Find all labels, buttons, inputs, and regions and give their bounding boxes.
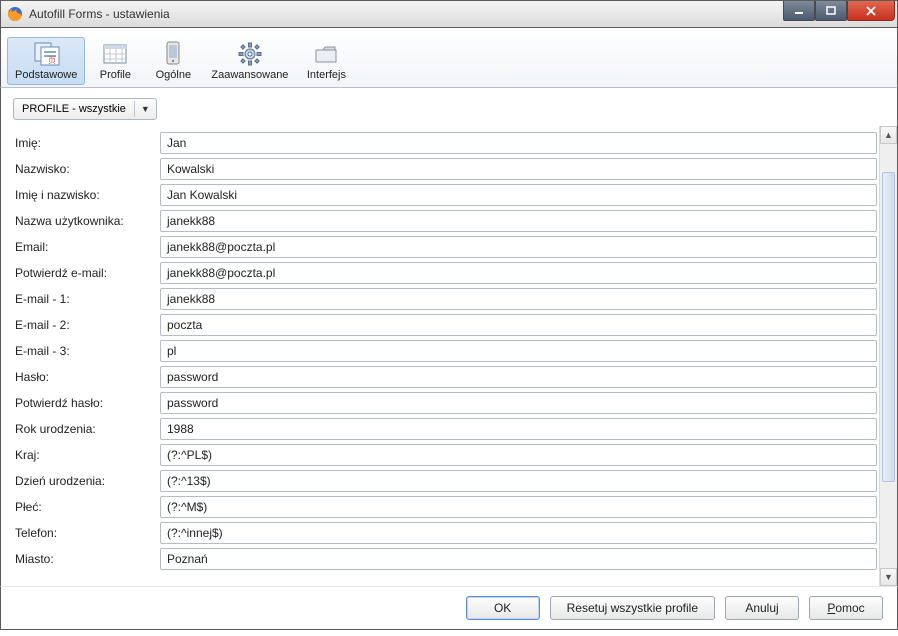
scroll-thumb[interactable]: [882, 172, 895, 482]
form-row: Nazwa użytkownika:janekk88: [15, 208, 879, 234]
form-page-icon: 页: [32, 41, 60, 67]
form-row: Hasło:password: [15, 364, 879, 390]
field-input[interactable]: password: [160, 392, 877, 414]
field-input[interactable]: janekk88: [160, 210, 877, 232]
field-label: Imię:: [15, 136, 160, 150]
field-input[interactable]: janekk88@poczta.pl: [160, 262, 877, 284]
titlebar: Autofill Forms - ustawienia: [0, 0, 898, 28]
form-row: E-mail - 2:poczta: [15, 312, 879, 338]
form-list: Imię:JanNazwisko:KowalskiImię i nazwisko…: [1, 126, 879, 586]
profile-select-value: PROFILE - wszystkie: [22, 103, 126, 115]
field-input[interactable]: Jan Kowalski: [160, 184, 877, 206]
field-input[interactable]: 1988: [160, 418, 877, 440]
firefox-icon: [7, 6, 23, 22]
calendar-icon: [101, 41, 129, 67]
field-input[interactable]: password: [160, 366, 877, 388]
tab-interfejs[interactable]: Interfejs: [298, 37, 354, 85]
cancel-button[interactable]: Anuluj: [725, 596, 799, 620]
form-row: Nazwisko:Kowalski: [15, 156, 879, 182]
ok-label: OK: [494, 601, 511, 615]
form-row: Imię i nazwisko:Jan Kowalski: [15, 182, 879, 208]
folder-icon: [312, 41, 340, 67]
field-input[interactable]: (?:^PL$): [160, 444, 877, 466]
field-label: Imię i nazwisko:: [15, 188, 160, 202]
field-input[interactable]: (?:^M$): [160, 496, 877, 518]
help-accel: P: [827, 601, 835, 615]
field-label: Hasło:: [15, 370, 160, 384]
field-label: E-mail - 1:: [15, 292, 160, 306]
field-input[interactable]: (?:^innej$): [160, 522, 877, 544]
form-row: E-mail - 1:janekk88: [15, 286, 879, 312]
tab-profile[interactable]: Profile: [87, 37, 143, 85]
button-row: OK Resetuj wszystkie profile Anuluj Pomo…: [0, 586, 898, 630]
help-rest: omoc: [835, 601, 864, 615]
field-input[interactable]: poczta: [160, 314, 877, 336]
form-row: Potwierdź e-mail:janekk88@poczta.pl: [15, 260, 879, 286]
scrollbar[interactable]: ▲ ▼: [879, 126, 897, 586]
tab-label: Ogólne: [156, 69, 191, 81]
minimize-button[interactable]: [783, 1, 815, 21]
tab-label: Podstawowe: [15, 69, 77, 81]
form-row: Dzień urodzenia:(?:^13$): [15, 468, 879, 494]
profile-row: PROFILE - wszystkie ▼: [0, 88, 898, 126]
field-label: Nazwa użytkownika:: [15, 214, 160, 228]
field-input[interactable]: Kowalski: [160, 158, 877, 180]
phone-icon: [159, 41, 187, 67]
form-row: Telefon:(?:^innej$): [15, 520, 879, 546]
maximize-button[interactable]: [815, 1, 847, 21]
field-label: Kraj:: [15, 448, 160, 462]
ok-button[interactable]: OK: [466, 596, 540, 620]
field-label: E-mail - 2:: [15, 318, 160, 332]
scroll-down-button[interactable]: ▼: [880, 568, 897, 586]
cancel-label: Anuluj: [745, 601, 778, 615]
field-label: Rok urodzenia:: [15, 422, 160, 436]
profile-select[interactable]: PROFILE - wszystkie ▼: [13, 98, 157, 120]
separator: [134, 101, 135, 117]
close-button[interactable]: [847, 1, 895, 21]
field-label: Płeć:: [15, 500, 160, 514]
form-row: Imię:Jan: [15, 130, 879, 156]
tab-label: Interfejs: [307, 69, 346, 81]
window-controls: [783, 1, 895, 21]
field-label: Miasto:: [15, 552, 160, 566]
form-row: Miasto:Poznań: [15, 546, 879, 572]
field-label: Potwierdź e-mail:: [15, 266, 160, 280]
scroll-track[interactable]: [880, 144, 897, 568]
window-title: Autofill Forms - ustawienia: [29, 7, 783, 21]
form-row: Rok urodzenia:1988: [15, 416, 879, 442]
tab-label: Zaawansowane: [211, 69, 288, 81]
scroll-up-button[interactable]: ▲: [880, 126, 897, 144]
field-input[interactable]: janekk88@poczta.pl: [160, 236, 877, 258]
help-button[interactable]: Pomoc: [809, 596, 883, 620]
tab-zaawansowane[interactable]: Zaawansowane: [203, 37, 296, 85]
chevron-down-icon: ▼: [139, 104, 152, 114]
reset-button[interactable]: Resetuj wszystkie profile: [550, 596, 715, 620]
toolbar: 页 Podstawowe Profile Ogólne: [0, 28, 898, 88]
field-input[interactable]: pl: [160, 340, 877, 362]
field-input[interactable]: Jan: [160, 132, 877, 154]
field-input[interactable]: janekk88: [160, 288, 877, 310]
form-row: Email:janekk88@poczta.pl: [15, 234, 879, 260]
field-label: Dzień urodzenia:: [15, 474, 160, 488]
field-label: Email:: [15, 240, 160, 254]
form-row: Kraj:(?:^PL$): [15, 442, 879, 468]
tab-ogolne[interactable]: Ogólne: [145, 37, 201, 85]
gear-icon: [236, 41, 264, 67]
form-row: Potwierdź hasło:password: [15, 390, 879, 416]
reset-label: Resetuj wszystkie profile: [567, 601, 698, 615]
field-label: Nazwisko:: [15, 162, 160, 176]
form-row: Płeć:(?:^M$): [15, 494, 879, 520]
svg-text:页: 页: [48, 56, 56, 65]
field-label: Potwierdź hasło:: [15, 396, 160, 410]
form-row: E-mail - 3:pl: [15, 338, 879, 364]
main-area: Imię:JanNazwisko:KowalskiImię i nazwisko…: [0, 126, 898, 586]
tab-podstawowe[interactable]: 页 Podstawowe: [7, 37, 85, 85]
field-input[interactable]: Poznań: [160, 548, 877, 570]
field-input[interactable]: (?:^13$): [160, 470, 877, 492]
field-label: Telefon:: [15, 526, 160, 540]
field-label: E-mail - 3:: [15, 344, 160, 358]
tab-label: Profile: [100, 69, 131, 81]
